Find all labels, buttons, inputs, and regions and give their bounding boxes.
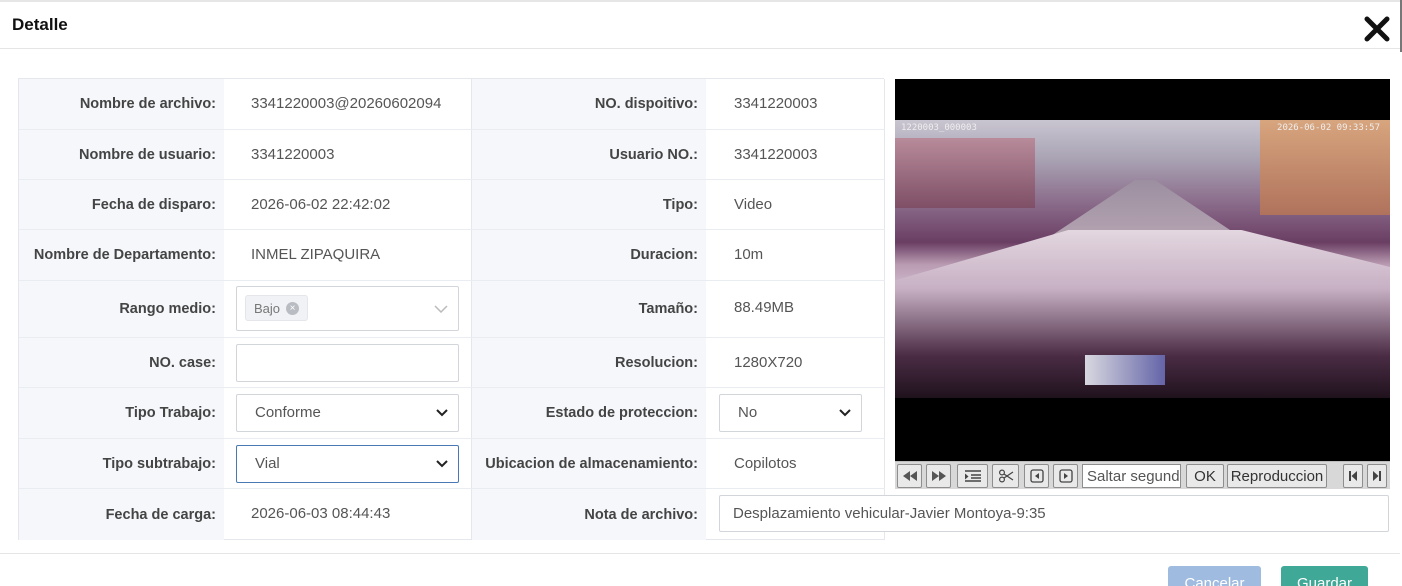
- no-case-label: NO. case:: [19, 338, 224, 387]
- no-dispositivo-label: NO. dispoitivo:: [471, 79, 706, 129]
- fast-forward-icon[interactable]: [926, 464, 951, 488]
- video-scene: [1260, 120, 1390, 215]
- dialog-header: Detalle: [0, 2, 1400, 49]
- resolucion-value: 1280X720: [706, 338, 885, 387]
- skip-start-icon[interactable]: [1343, 464, 1363, 488]
- duracion-label: Duracion:: [471, 230, 706, 280]
- tipo-trabajo-label: Tipo Trabajo:: [19, 388, 224, 438]
- rango-medio-tag: Bajo ×: [245, 295, 309, 321]
- video-osd-timestamp: 2026-06-02 09:33:57: [1277, 123, 1380, 133]
- close-icon[interactable]: [1362, 14, 1392, 44]
- nombre-archivo-value: 3341220003@20260602094: [251, 95, 442, 112]
- fecha-disparo-label: Fecha de disparo:: [19, 180, 224, 229]
- rango-medio-select[interactable]: Bajo ×: [236, 286, 459, 331]
- rango-medio-tag-label: Bajo: [254, 300, 281, 316]
- nombre-usuario-label: Nombre de usuario:: [19, 130, 224, 179]
- usuario-no-value: 3341220003: [706, 130, 885, 179]
- table-row: Nombre de usuario: 3341220003 Usuario NO…: [19, 130, 885, 180]
- rango-medio-label: Rango medio:: [19, 281, 224, 337]
- seek-seconds-input[interactable]: Saltar segundos: [1082, 464, 1181, 488]
- chevron-down-icon: [434, 304, 448, 313]
- tipo-subtrabajo-value: Vial: [255, 455, 280, 472]
- tag-remove-icon[interactable]: ×: [286, 301, 300, 315]
- fecha-disparo-value: 2026-06-02 22:42:02: [251, 196, 391, 213]
- departamento-value: INMEL ZIPAQUIRA: [251, 246, 381, 263]
- tipo-subtrabajo-label: Tipo subtrabajo:: [19, 439, 224, 488]
- player-toolbar: Saltar segundos OK Reproduccion: [895, 461, 1390, 489]
- video-osd-id: 1220003_000003: [901, 123, 977, 133]
- estado-proteccion-select[interactable]: No: [719, 394, 862, 432]
- tipo-trabajo-select[interactable]: Conforme: [236, 394, 459, 432]
- table-row: Nombre de archivo: 3341220003@2026060209…: [19, 79, 885, 130]
- nombre-usuario-value: 3341220003: [251, 146, 335, 163]
- fecha-carga-label: Fecha de carga:: [19, 489, 224, 540]
- chevron-down-icon: [436, 409, 448, 417]
- scissors-icon[interactable]: [992, 464, 1019, 488]
- ubicacion-label: Ubicacion de almacenamiento:: [471, 439, 706, 488]
- cancel-button[interactable]: Cancelar: [1168, 566, 1261, 586]
- ubicacion-value: Copilotos: [706, 439, 885, 488]
- frame-forward-icon[interactable]: [1053, 464, 1078, 488]
- fecha-carga-value: 2026-06-03 08:44:43: [251, 505, 391, 522]
- save-button[interactable]: Guardar: [1281, 566, 1368, 586]
- video-scene: [895, 138, 1035, 208]
- video-frame: 1220003_000003 2026-06-02 09:33:57: [895, 120, 1390, 398]
- seek-ok-button[interactable]: OK: [1186, 464, 1224, 488]
- tipo-subtrabajo-select[interactable]: Vial: [236, 445, 459, 483]
- dialog-title: Detalle: [12, 15, 68, 34]
- chevron-down-icon: [839, 409, 851, 417]
- no-case-input[interactable]: [236, 344, 459, 382]
- frame-back-icon[interactable]: [1024, 464, 1049, 488]
- chevron-down-icon: [436, 460, 448, 468]
- estado-proteccion-label: Estado de proteccion:: [471, 388, 706, 438]
- video-player[interactable]: 1220003_000003 2026-06-02 09:33:57: [895, 79, 1390, 461]
- tipo-value: Video: [706, 180, 885, 229]
- nombre-archivo-label: Nombre de archivo:: [19, 79, 224, 129]
- table-row: Fecha de disparo: 2026-06-02 22:42:02 Ti…: [19, 180, 885, 230]
- duracion-value: 10m: [706, 230, 885, 280]
- video-scene: [1085, 355, 1165, 385]
- resolucion-label: Resolucion:: [471, 338, 706, 387]
- nota-archivo-input[interactable]: Desplazamiento vehicular-Javier Montoya-…: [719, 495, 1389, 532]
- usuario-no-label: Usuario NO.:: [471, 130, 706, 179]
- skip-end-icon[interactable]: [1367, 464, 1387, 488]
- playback-button[interactable]: Reproduccion: [1227, 464, 1327, 488]
- tipo-trabajo-value: Conforme: [255, 404, 321, 421]
- estado-proteccion-value: No: [738, 404, 758, 421]
- table-row: Nombre de Departamento: INMEL ZIPAQUIRA …: [19, 230, 885, 281]
- rewind-icon[interactable]: [897, 464, 922, 488]
- footer-divider: [0, 553, 1400, 554]
- playlist-icon[interactable]: [957, 464, 988, 488]
- tipo-label: Tipo:: [471, 180, 706, 229]
- departamento-label: Nombre de Departamento:: [19, 230, 224, 280]
- no-dispositivo-value: 3341220003: [706, 79, 885, 129]
- tamano-value: 88.49MB: [706, 281, 885, 337]
- nota-archivo-label: Nota de archivo:: [471, 489, 706, 540]
- tamano-label: Tamaño:: [471, 281, 706, 337]
